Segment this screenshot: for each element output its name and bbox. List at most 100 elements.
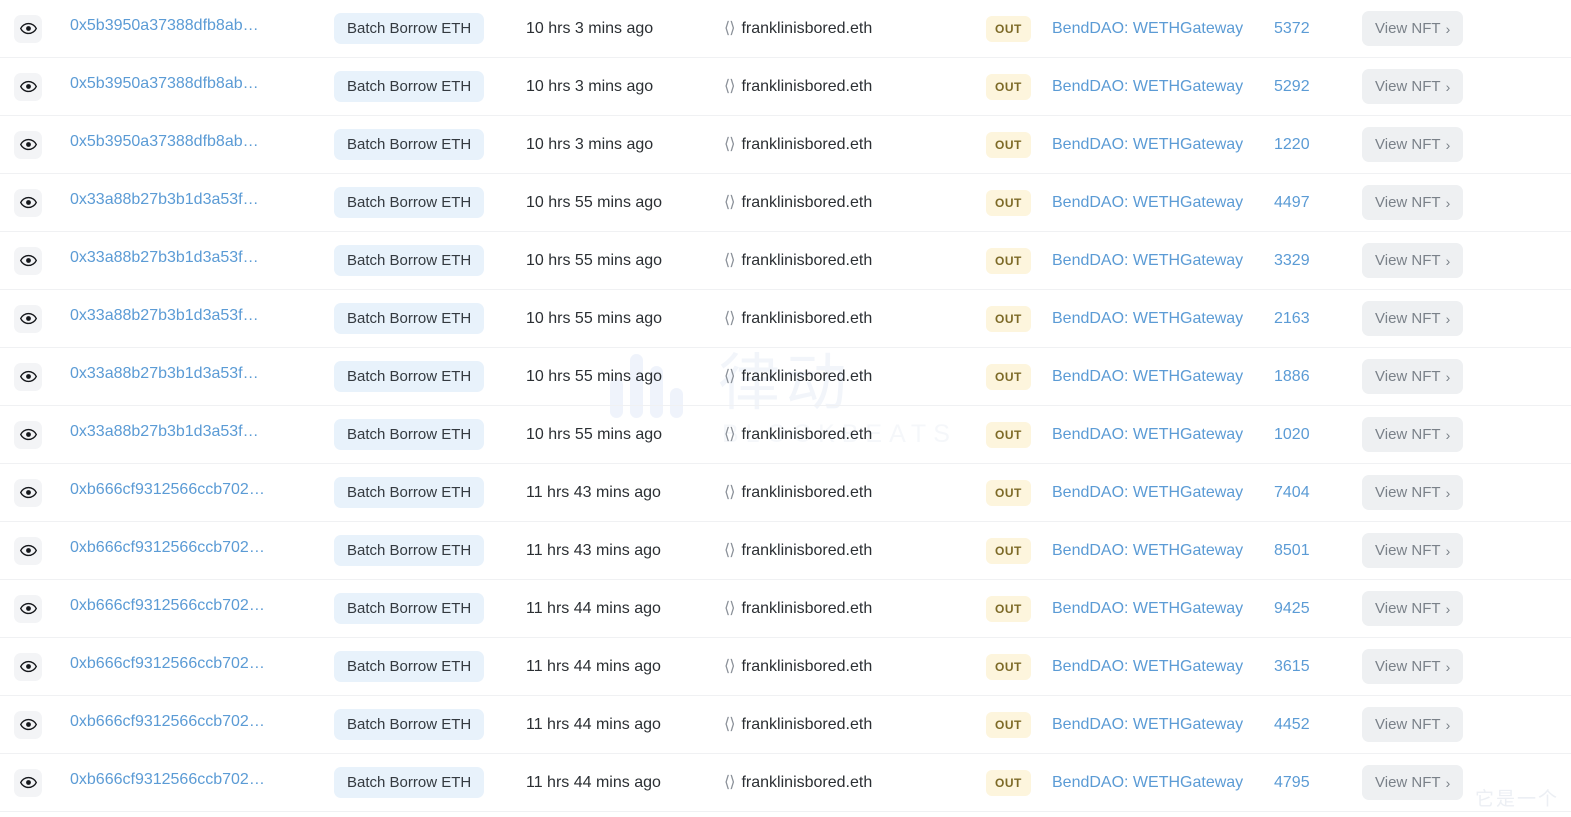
table-row[interactable]: 0xb666cf9312566ccb702… Batch Borrow ETH … xyxy=(0,464,1571,522)
eye-icon[interactable] xyxy=(14,130,42,159)
to-address-link[interactable]: BendDAO: WETHGateway xyxy=(1052,716,1243,733)
txn-hash-link[interactable]: 0x33a88b27b3b1d3a53f… xyxy=(70,307,259,325)
view-nft-button[interactable]: View NFT › xyxy=(1362,301,1464,336)
txn-hash-link[interactable]: 0xb666cf9312566ccb702… xyxy=(70,771,265,789)
view-nft-button[interactable]: View NFT › xyxy=(1362,533,1464,568)
txn-hash-link[interactable]: 0x33a88b27b3b1d3a53f… xyxy=(70,249,259,267)
table-row[interactable]: 0xb666cf9312566ccb702… Batch Borrow ETH … xyxy=(0,696,1571,754)
to-address-link[interactable]: BendDAO: WETHGateway xyxy=(1052,252,1243,269)
to-address-link[interactable]: BendDAO: WETHGateway xyxy=(1052,310,1243,327)
txn-hash-link[interactable]: 0xb666cf9312566ccb702… xyxy=(70,597,265,615)
txn-hash-link[interactable]: 0xb666cf9312566ccb702… xyxy=(70,655,265,673)
token-id-link[interactable]: 3329 xyxy=(1274,252,1310,269)
table-row[interactable]: 0x33a88b27b3b1d3a53f… Batch Borrow ETH 1… xyxy=(0,348,1571,406)
view-nft-button[interactable]: View NFT › xyxy=(1362,475,1464,510)
view-nft-button[interactable]: View NFT › xyxy=(1362,765,1464,800)
eye-icon[interactable] xyxy=(14,362,42,391)
txn-hash-link[interactable]: 0x33a88b27b3b1d3a53f… xyxy=(70,365,259,383)
view-nft-button[interactable]: View NFT › xyxy=(1362,649,1464,684)
eye-icon[interactable] xyxy=(14,710,42,739)
token-id-link[interactable]: 3615 xyxy=(1274,658,1310,675)
token-id-link[interactable]: 2163 xyxy=(1274,310,1310,327)
token-id-link[interactable]: 4497 xyxy=(1274,194,1310,211)
table-row[interactable]: 0xb666cf9312566ccb702… Batch Borrow ETH … xyxy=(0,638,1571,696)
txn-hash-link[interactable]: 0x5b3950a37388dfb8ab… xyxy=(70,133,259,151)
method-chip[interactable]: Batch Borrow ETH xyxy=(334,535,485,566)
eye-icon[interactable] xyxy=(14,304,42,333)
eye-icon[interactable] xyxy=(14,14,42,43)
token-id-link[interactable]: 1886 xyxy=(1274,368,1310,385)
txn-hash-link[interactable]: 0xb666cf9312566ccb702… xyxy=(70,713,265,731)
method-chip[interactable]: Batch Borrow ETH xyxy=(334,303,485,334)
token-id-link[interactable]: 5292 xyxy=(1274,78,1310,95)
method-chip[interactable]: Batch Borrow ETH xyxy=(334,129,485,160)
table-row[interactable]: 0xb666cf9312566ccb702… Batch Borrow ETH … xyxy=(0,754,1571,812)
method-chip[interactable]: Batch Borrow ETH xyxy=(334,651,485,682)
view-nft-button[interactable]: View NFT › xyxy=(1362,185,1464,220)
view-nft-button[interactable]: View NFT › xyxy=(1362,707,1464,742)
eye-icon[interactable] xyxy=(14,188,42,217)
table-row[interactable]: 0xb666cf9312566ccb702… Batch Borrow ETH … xyxy=(0,522,1571,580)
method-chip[interactable]: Batch Borrow ETH xyxy=(334,13,485,44)
table-row[interactable]: 0x5b3950a37388dfb8ab… Batch Borrow ETH 1… xyxy=(0,0,1571,58)
eye-icon[interactable] xyxy=(14,420,42,449)
view-nft-button[interactable]: View NFT › xyxy=(1362,127,1464,162)
method-chip[interactable]: Batch Borrow ETH xyxy=(334,767,485,798)
token-id-link[interactable]: 9425 xyxy=(1274,600,1310,617)
method-chip[interactable]: Batch Borrow ETH xyxy=(334,477,485,508)
table-row[interactable]: 0x33a88b27b3b1d3a53f… Batch Borrow ETH 1… xyxy=(0,290,1571,348)
method-chip[interactable]: Batch Borrow ETH xyxy=(334,419,485,450)
token-id-link[interactable]: 5372 xyxy=(1274,20,1310,37)
view-nft-button[interactable]: View NFT › xyxy=(1362,591,1464,626)
view-nft-button[interactable]: View NFT › xyxy=(1362,243,1464,278)
table-row[interactable]: 0xb666cf9312566ccb702… Batch Borrow ETH … xyxy=(0,580,1571,638)
table-row[interactable]: 0x33a88b27b3b1d3a53f… Batch Borrow ETH 1… xyxy=(0,174,1571,232)
view-nft-button[interactable]: View NFT › xyxy=(1362,359,1464,394)
method-chip[interactable]: Batch Borrow ETH xyxy=(334,593,485,624)
txn-hash-link[interactable]: 0xb666cf9312566ccb702… xyxy=(70,539,265,557)
token-id-link[interactable]: 4452 xyxy=(1274,716,1310,733)
to-address-link[interactable]: BendDAO: WETHGateway xyxy=(1052,484,1243,501)
table-row[interactable]: 0x33a88b27b3b1d3a53f… Batch Borrow ETH 1… xyxy=(0,232,1571,290)
token-id-link[interactable]: 8501 xyxy=(1274,542,1310,559)
eye-icon[interactable] xyxy=(14,768,42,797)
eye-icon[interactable] xyxy=(14,536,42,565)
txn-hash-link[interactable]: 0x33a88b27b3b1d3a53f… xyxy=(70,423,259,441)
eye-icon[interactable] xyxy=(14,652,42,681)
to-cell: BendDAO: WETHGateway xyxy=(1052,484,1274,502)
to-address-link[interactable]: BendDAO: WETHGateway xyxy=(1052,426,1243,443)
eye-icon[interactable] xyxy=(14,72,42,101)
to-address-link[interactable]: BendDAO: WETHGateway xyxy=(1052,774,1243,791)
view-nft-button[interactable]: View NFT › xyxy=(1362,417,1464,452)
to-address-link[interactable]: BendDAO: WETHGateway xyxy=(1052,368,1243,385)
txn-hash-link[interactable]: 0x5b3950a37388dfb8ab… xyxy=(70,17,259,35)
to-address-link[interactable]: BendDAO: WETHGateway xyxy=(1052,78,1243,95)
to-address-link[interactable]: BendDAO: WETHGateway xyxy=(1052,194,1243,211)
method-chip[interactable]: Batch Borrow ETH xyxy=(334,245,485,276)
method-chip[interactable]: Batch Borrow ETH xyxy=(334,361,485,392)
token-id-link[interactable]: 4795 xyxy=(1274,774,1310,791)
to-address-link[interactable]: BendDAO: WETHGateway xyxy=(1052,658,1243,675)
table-row[interactable]: 0x33a88b27b3b1d3a53f… Batch Borrow ETH 1… xyxy=(0,406,1571,464)
method-chip[interactable]: Batch Borrow ETH xyxy=(334,709,485,740)
from-address-text: franklinisbored.eth xyxy=(741,483,873,501)
table-row[interactable]: 0x5b3950a37388dfb8ab… Batch Borrow ETH 1… xyxy=(0,58,1571,116)
txn-hash-link[interactable]: 0x33a88b27b3b1d3a53f… xyxy=(70,191,259,209)
token-id-link[interactable]: 7404 xyxy=(1274,484,1310,501)
view-nft-button[interactable]: View NFT › xyxy=(1362,11,1464,46)
view-nft-button[interactable]: View NFT › xyxy=(1362,69,1464,104)
method-chip[interactable]: Batch Borrow ETH xyxy=(334,71,485,102)
to-address-link[interactable]: BendDAO: WETHGateway xyxy=(1052,20,1243,37)
eye-icon[interactable] xyxy=(14,246,42,275)
token-id-link[interactable]: 1020 xyxy=(1274,426,1310,443)
to-address-link[interactable]: BendDAO: WETHGateway xyxy=(1052,542,1243,559)
to-address-link[interactable]: BendDAO: WETHGateway xyxy=(1052,600,1243,617)
txn-hash-link[interactable]: 0xb666cf9312566ccb702… xyxy=(70,481,265,499)
method-chip[interactable]: Batch Borrow ETH xyxy=(334,187,485,218)
eye-icon[interactable] xyxy=(14,594,42,623)
eye-icon[interactable] xyxy=(14,478,42,507)
txn-hash-link[interactable]: 0x5b3950a37388dfb8ab… xyxy=(70,75,259,93)
table-row[interactable]: 0x5b3950a37388dfb8ab… Batch Borrow ETH 1… xyxy=(0,116,1571,174)
to-address-link[interactable]: BendDAO: WETHGateway xyxy=(1052,136,1243,153)
token-id-link[interactable]: 1220 xyxy=(1274,136,1310,153)
